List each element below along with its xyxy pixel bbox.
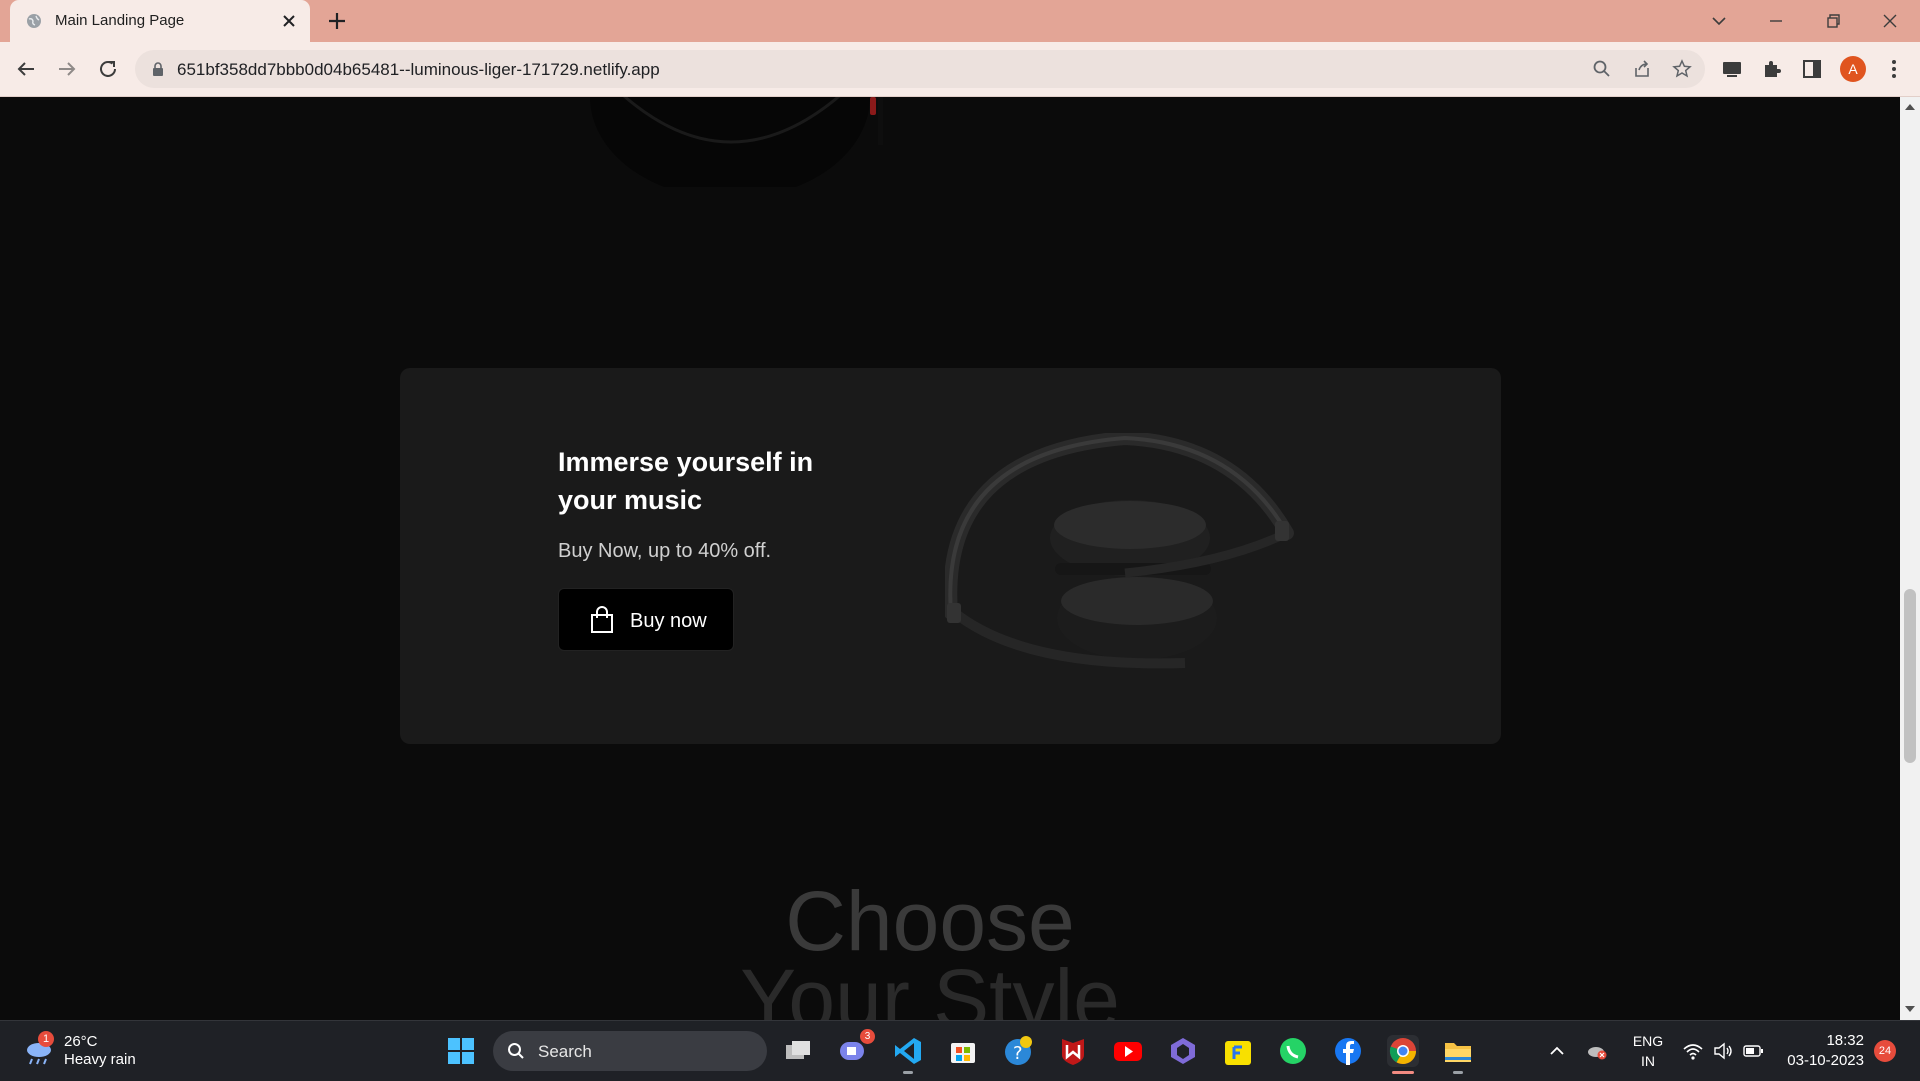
search-label: Search [538,1042,592,1061]
whatsapp-icon[interactable] [1277,1035,1309,1067]
close-window-icon[interactable] [1877,8,1903,34]
restore-icon[interactable] [1820,8,1846,34]
bookmark-star-icon[interactable] [1672,59,1692,79]
promo-card: Immerse yourself in your music Buy Now, … [400,368,1501,744]
chrome-icon[interactable] [1387,1035,1419,1067]
tab-search-chevron-icon[interactable] [1706,8,1732,34]
address-bar[interactable]: 651bf358dd7bbb0d04b65481--luminous-liger… [135,50,1705,88]
share-icon[interactable] [1632,59,1652,79]
input-language-indicator[interactable]: ENG IN [1626,1031,1670,1071]
volume-icon[interactable] [1712,1041,1734,1061]
tab-title: Main Landing Page [55,12,185,29]
microsoft-store-icon[interactable] [947,1035,979,1067]
chevron-up-icon[interactable] [1546,1041,1568,1061]
browser-tab-active[interactable]: Main Landing Page [10,0,310,42]
copilot-icon[interactable] [1167,1035,1199,1067]
more-menu-icon[interactable] [1882,57,1906,81]
chrome-active-indicator [1392,1071,1414,1074]
battery-icon[interactable] [1742,1041,1764,1061]
headphone-product-image [945,433,1294,669]
mcafee-icon[interactable] [1057,1035,1089,1067]
svg-text:?: ? [1013,1043,1023,1064]
flipkart-icon[interactable] [1222,1035,1254,1067]
clock-time: 18:32 [1826,1032,1864,1049]
side-panel-icon[interactable] [1800,57,1824,81]
section-title-line1: Choose [785,874,1075,968]
taskbar-search[interactable]: Search [493,1031,767,1071]
lang-line1: ENG [1632,1033,1664,1049]
page-scrollbar[interactable] [1900,97,1920,1020]
section-title-choose-your-style: Choose Your Style [700,874,1160,1020]
explorer-running-indicator [1453,1071,1463,1074]
get-help-icon[interactable]: ? [1002,1035,1034,1067]
windows-taskbar: 1 26°C Heavy rain Search 3 ? ENG IN 18:3… [0,1020,1920,1081]
teams-chat-icon[interactable]: 3 [837,1029,875,1067]
wifi-icon[interactable] [1682,1041,1704,1061]
file-explorer-icon[interactable] [1442,1035,1474,1067]
notification-count-badge[interactable]: 24 [1874,1040,1896,1062]
clock-date: 03-10-2023 [1787,1052,1864,1069]
extensions-puzzle-icon[interactable] [1760,57,1784,81]
section-title-line2: Your Style [740,952,1120,1020]
search-icon [508,1043,524,1059]
vscode-icon[interactable] [892,1035,924,1067]
scrollbar-thumb[interactable] [1904,589,1916,763]
weather-badge: 1 [38,1031,54,1047]
youtube-icon[interactable] [1112,1035,1144,1067]
minimize-icon[interactable] [1763,8,1789,34]
cast-icon[interactable] [1720,57,1744,81]
weather-description: Heavy rain [64,1051,136,1068]
buy-now-button[interactable]: Buy now [558,588,734,651]
scroll-up-arrow-icon[interactable] [1905,103,1915,111]
weather-temperature: 26°C [64,1033,98,1050]
lang-line2: IN [1641,1053,1655,1069]
headphone-image-top [590,97,883,187]
url-text[interactable]: 651bf358dd7bbb0d04b65481--luminous-liger… [177,60,660,80]
new-tab-icon[interactable] [326,10,348,32]
back-arrow-icon[interactable] [14,57,38,81]
windows-start-icon[interactable] [447,1037,475,1065]
browser-toolbar: 651bf358dd7bbb0d04b65481--luminous-liger… [0,42,1920,97]
shopping-bag-icon [591,606,613,633]
reload-icon[interactable] [96,57,120,81]
onedrive-error-icon[interactable] [1586,1041,1608,1061]
facebook-icon[interactable] [1332,1035,1364,1067]
promo-subtext: Buy Now, up to 40% off. [558,540,772,562]
close-tab-icon[interactable] [280,12,298,30]
weather-widget[interactable]: 1 26°C Heavy rain [20,1029,180,1073]
globe-icon [27,14,41,28]
promo-heading: Immerse yourself in your music [558,447,814,515]
lock-icon[interactable] [151,62,165,77]
task-view-icon[interactable] [782,1035,814,1067]
system-clock[interactable]: 18:32 03-10-2023 [1778,1031,1864,1071]
browser-titlebar: Main Landing Page [0,0,1920,42]
page-viewport: Immerse yourself in your music Buy Now, … [0,97,1900,1020]
buy-now-label: Buy now [630,610,707,632]
vscode-running-indicator [903,1071,913,1074]
chat-badge: 3 [860,1029,875,1044]
scroll-down-arrow-icon[interactable] [1905,1005,1915,1013]
profile-avatar[interactable]: A [1840,56,1866,82]
forward-arrow-icon[interactable] [55,57,79,81]
zoom-search-icon[interactable] [1592,59,1612,79]
